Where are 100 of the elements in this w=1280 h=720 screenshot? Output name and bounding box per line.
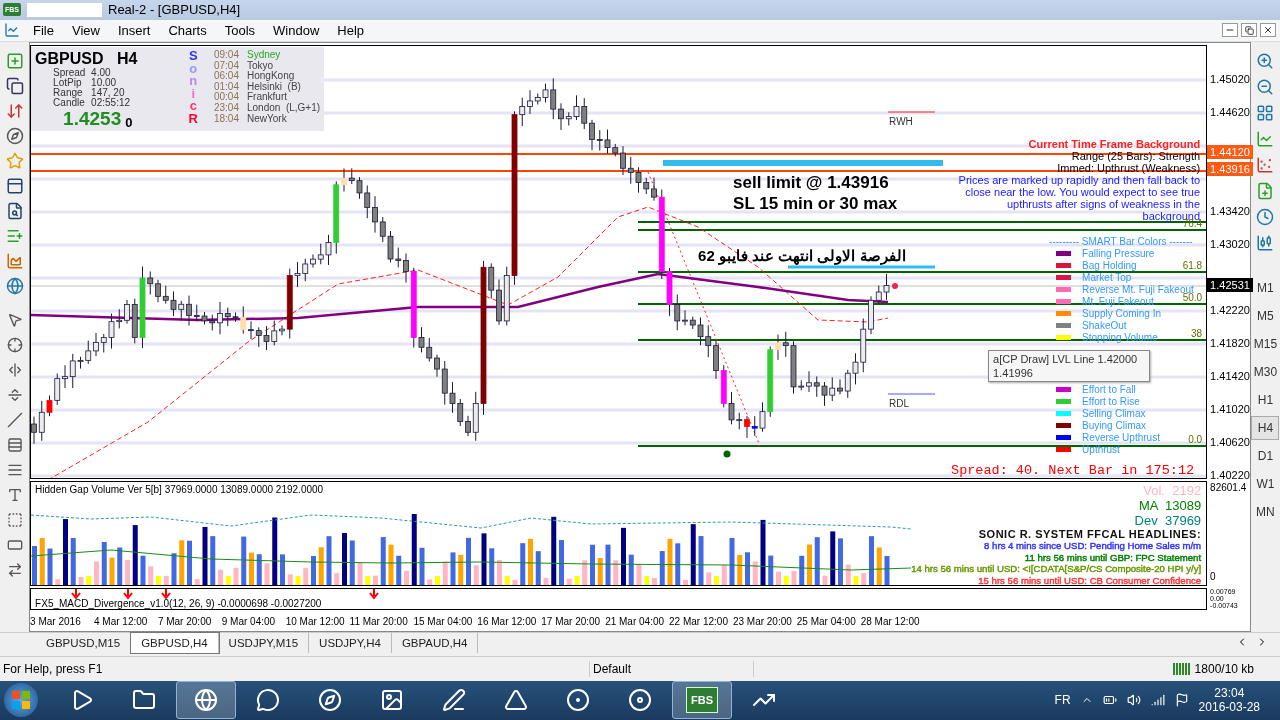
chart-tab[interactable]: GBPUSD,H4: [131, 633, 219, 654]
price-digit: 0: [125, 115, 133, 131]
clock-date: 2016-03-28: [1198, 700, 1260, 715]
price-tag: 1.44120: [1207, 145, 1253, 160]
timeframe-button[interactable]: M30: [1251, 360, 1280, 385]
date-label: 23 Mar 20:00: [732, 615, 793, 627]
legend-label: Market Top: [1082, 271, 1132, 283]
volume-axis-label: 82601.4: [1209, 481, 1248, 496]
chart-tab[interactable]: USDJPY,M15: [218, 633, 310, 654]
taskbar-app[interactable]: FBS: [672, 681, 732, 720]
session-time: 06:04: [213, 71, 239, 82]
rwh-label: RWH: [889, 116, 913, 128]
session-city: Helsinki (B): [247, 81, 301, 92]
menu-item[interactable]: View: [62, 22, 109, 38]
legend-label: Bag Holding: [1082, 259, 1137, 271]
menu-item[interactable]: Insert: [108, 22, 160, 38]
session-city: HongKong: [247, 71, 295, 82]
date-label: 16 Mar 12:00: [477, 615, 538, 627]
menu-item[interactable]: Help: [328, 22, 374, 38]
traffic-text: 1800/10 kb: [1194, 662, 1254, 677]
bid-price: 1.4253: [63, 108, 122, 131]
brand-letter: o: [189, 62, 198, 76]
brand-letter: c: [189, 100, 197, 113]
volume-stat: MA 13089: [1138, 498, 1202, 514]
session-city: Sydney: [247, 50, 281, 61]
background-title: Current Time Frame Background: [1027, 138, 1201, 151]
timeframe-button[interactable]: H1: [1251, 388, 1280, 413]
price-tag: 1.42531: [1207, 278, 1253, 293]
headlines-title: SONIC R. SYSTEM FFCAL HEADLINES:: [978, 528, 1202, 541]
stat-value: 02:55:12: [91, 98, 131, 109]
price-label: 1.41020: [1209, 402, 1250, 418]
legend-label: Reverse Upthrust: [1082, 431, 1160, 443]
clock-time: 23:04: [1214, 686, 1245, 701]
brand-letter: S: [188, 50, 198, 63]
language-indicator[interactable]: FR: [1054, 693, 1071, 708]
date-label: 28 Mar 12:00: [860, 615, 921, 627]
price-label: 1.43420: [1209, 204, 1250, 220]
date-label: 22 Mar 12:00: [669, 615, 729, 627]
menu-item[interactable]: Window: [264, 22, 329, 38]
session-city: Tokyo: [247, 60, 274, 72]
price-label: 1.41420: [1209, 369, 1250, 385]
chart-tab[interactable]: USDJPY,H4: [309, 633, 392, 654]
volume-stat: Dev 37969: [1134, 513, 1202, 529]
sell-limit-note: sell limit @ 1.43916: [733, 172, 890, 194]
stat-label: Spread: [53, 68, 87, 79]
volume-axis-label: 0: [1209, 570, 1217, 585]
symbol-label: GBPUSD H4: [35, 50, 139, 68]
date-label: 11 Mar 20:00: [349, 615, 409, 627]
volume-stat: Vol. 2192: [1143, 483, 1202, 499]
session-time: 00:04: [213, 92, 239, 103]
stop-loss-note: SL 15 min or 30 max: [733, 193, 898, 215]
legend-label: Falling Pressure: [1082, 247, 1155, 259]
stat-label: LotPip: [53, 78, 82, 89]
window-title: Real-2 - [GBPUSD,H4]: [108, 2, 241, 18]
date-label: 15 Mar 04:00: [413, 615, 474, 627]
menu-item[interactable]: Tools: [215, 22, 265, 38]
tooltip-text: a[CP Draw] LVL Line 1.42000: [993, 352, 1139, 367]
tooltip-text: 1.41996: [993, 366, 1034, 381]
timeframe-button[interactable]: M15: [1251, 332, 1280, 357]
session-time: 18:04: [213, 113, 239, 125]
fib-level-label: 0.0: [1188, 434, 1203, 446]
timeframe-button[interactable]: M1: [1251, 276, 1280, 301]
legend-label: Supply Coming In: [1082, 307, 1162, 319]
timeframe-button[interactable]: W1: [1251, 472, 1280, 497]
legend-label: ShakeOut: [1082, 319, 1127, 331]
stat-value: 147, 20: [91, 88, 125, 99]
news-headline: 15 hrs 56 mins until USD: CB Consumer Confidence: [978, 574, 1202, 586]
date-label: 7 Mar 20:00: [157, 615, 213, 627]
session-time: 01:04: [213, 81, 239, 92]
date-label: 21 Mar 04:00: [605, 615, 666, 627]
legend-label: Reverse Mt. Fuji Fakeout: [1082, 283, 1194, 295]
brand-letter: i: [191, 87, 196, 101]
legend-label: Effort to Rise: [1082, 395, 1140, 407]
brand-letter: n: [189, 75, 198, 88]
session-time: 23:04: [213, 103, 239, 114]
chart-tab[interactable]: GBPAUD,H4: [391, 633, 479, 654]
timeframe-button[interactable]: M5: [1251, 304, 1280, 329]
news-headline: 14 hrs 56 mins until USD: <![CDATA[S&P/CS Composite-20 HPI y/y]: [911, 563, 1202, 575]
session-time: 09:04: [213, 50, 239, 61]
profile-name: Default: [590, 661, 754, 678]
legend-label: Buying Climax: [1082, 419, 1147, 431]
legend-label: Selling Climax: [1082, 407, 1146, 419]
menu-item[interactable]: File: [24, 22, 63, 38]
date-label: 25 Mar 04:00: [796, 615, 857, 627]
date-label: 17 Mar 20:00: [541, 615, 602, 627]
menu-item[interactable]: Charts: [159, 22, 216, 38]
price-tag: 1.43916: [1207, 162, 1253, 177]
timeframe-button[interactable]: D1: [1251, 444, 1280, 469]
news-headline: 8 hrs 4 mins since USD: Pending Home Sales m/m: [984, 540, 1202, 552]
spread-timer: Spread: 40. Next Bar in 175:12: [951, 463, 1195, 479]
price-label: 1.44620: [1209, 105, 1250, 121]
rdl-label: RDL: [889, 398, 910, 410]
fib-level-label: 38: [1191, 328, 1203, 340]
timeframe-button[interactable]: H4: [1251, 416, 1280, 441]
timeframe-button[interactable]: MN: [1251, 500, 1280, 525]
session-city: NewYork: [247, 113, 287, 125]
date-label: 3 Mar 2016: [30, 615, 82, 627]
date-label: 4 Mar 12:00: [94, 615, 149, 627]
price-label: 1.40220: [1209, 468, 1250, 483]
fib-level-label: 61.8: [1182, 260, 1203, 272]
